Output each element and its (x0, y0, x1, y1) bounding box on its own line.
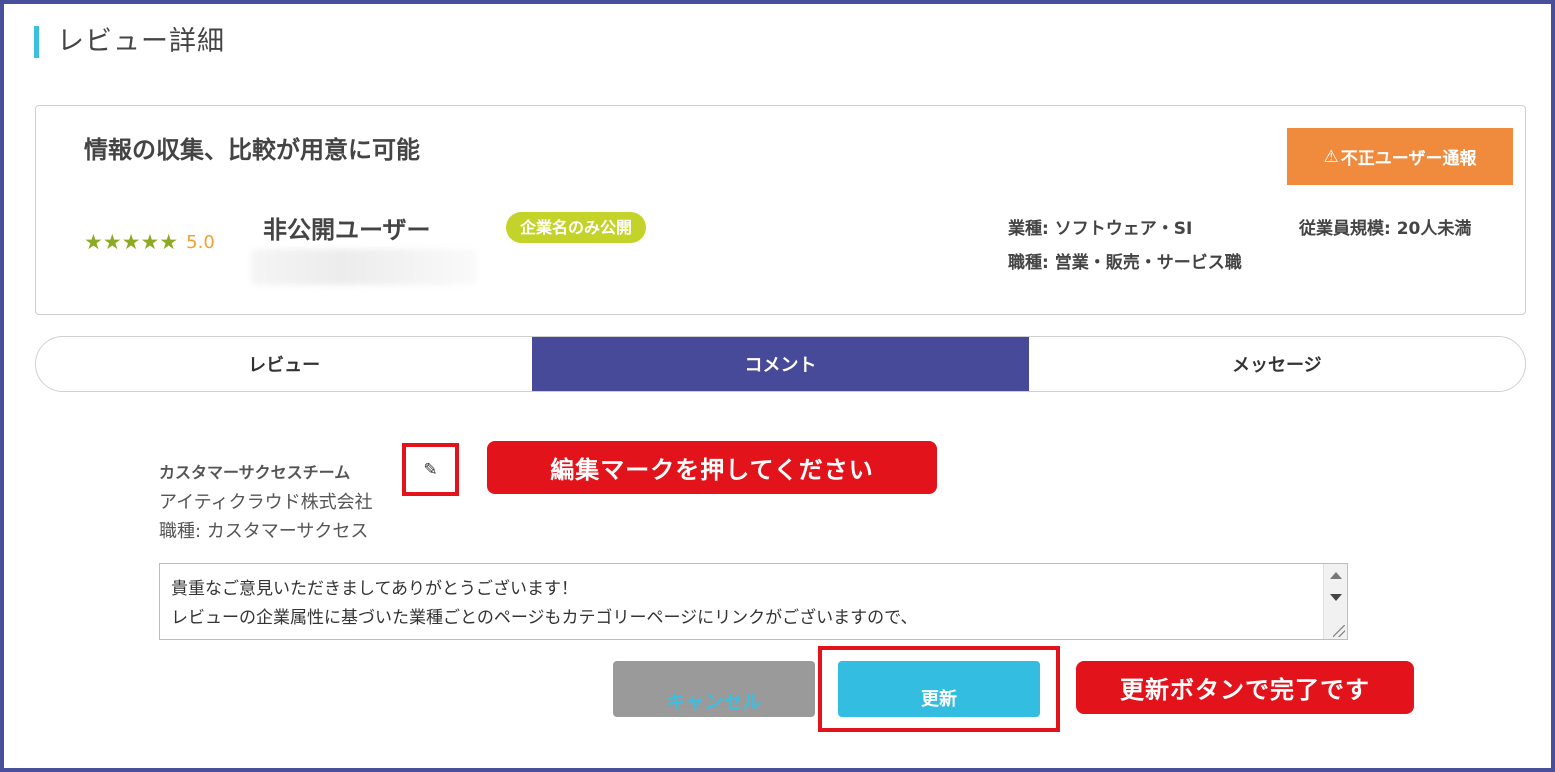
reviewer-name: 非公開ユーザー (263, 216, 431, 244)
warning-icon: ⚠ (1323, 146, 1339, 167)
comment-line: レビューの企業属性に基づいた業種ごとのページもカテゴリーページにリンクがございま… (171, 608, 918, 628)
tab-comment[interactable]: コメント (532, 337, 1029, 391)
tab-message[interactable]: メッセージ (1028, 337, 1525, 391)
cancel-button[interactable]: キャンセル (613, 661, 815, 717)
report-user-button[interactable]: ⚠ 不正ユーザー通報 (1287, 128, 1513, 185)
page-title: レビュー詳細 (34, 26, 225, 58)
comment-line: 貴重なご意見いただきましてありがとうございます！ (171, 579, 578, 599)
update-button[interactable]: 更新 (838, 661, 1040, 717)
occupation-info: 職種: 営業・販売・サービス職 (1008, 253, 1242, 273)
edit-highlight[interactable]: ✎ (402, 443, 459, 496)
blurred-reviewer-info (251, 249, 477, 285)
scroll-down-icon[interactable] (1330, 594, 1342, 601)
comment-textarea[interactable]: 貴重なご意見いただきましてありがとうございます！ レビューの企業属性に基づいた業… (159, 563, 1348, 640)
star-icon: ★★★★★ (84, 230, 179, 254)
rating-score: 5.0 (186, 231, 215, 253)
comment-text: 貴重なご意見いただきましてありがとうございます！ レビューの企業属性に基づいた業… (171, 575, 917, 633)
industry-info: 業種: ソフトウェア・SI (1008, 219, 1193, 239)
edit-hint-callout: 編集マークを押してください (487, 441, 937, 494)
commenter-company: アイティクラウド株式会社 (159, 492, 373, 513)
pencil-icon[interactable]: ✎ (423, 460, 437, 480)
screen-frame: レビュー詳細 情報の収集、比較が用意に可能 ⚠ 不正ユーザー通報 ★★★★★ 5… (0, 0, 1555, 772)
review-card: 情報の収集、比較が用意に可能 ⚠ 不正ユーザー通報 ★★★★★ 5.0 非公開ユ… (35, 105, 1526, 315)
commenter-job: 職種: カスタマーサクセス (159, 521, 369, 542)
rating: ★★★★★ 5.0 (84, 230, 215, 254)
review-headline: 情報の収集、比較が用意に可能 (84, 136, 420, 164)
resize-grip-icon[interactable] (1333, 625, 1345, 637)
report-user-label: 不正ユーザー通報 (1340, 149, 1477, 169)
done-hint-callout: 更新ボタンで完了です (1076, 661, 1414, 714)
scroll-up-icon[interactable] (1330, 572, 1342, 579)
visibility-badge: 企業名のみ公開 (506, 212, 647, 243)
employee-size-info: 従業員規模: 20人未満 (1299, 219, 1472, 239)
tab-review[interactable]: レビュー (36, 337, 533, 391)
commenter-team: カスタマーサクセスチーム (159, 463, 351, 482)
tab-bar: レビュー コメント メッセージ (35, 336, 1526, 392)
